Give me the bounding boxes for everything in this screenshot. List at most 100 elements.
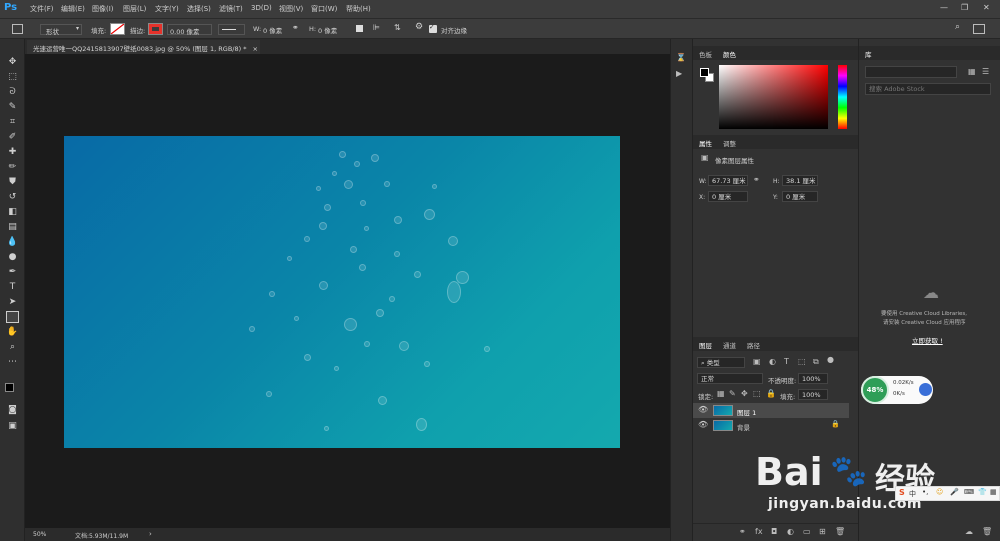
lock-all-icon[interactable]: 🔒 — [766, 389, 776, 398]
tab-libraries[interactable]: 库 — [865, 49, 872, 59]
close-window-button[interactable]: ✕ — [983, 3, 990, 12]
visibility-eye-icon[interactable]: 👁 — [698, 405, 708, 414]
layer-filter-select[interactable]: ⌕ 类型 — [697, 357, 745, 368]
link-icon[interactable]: ⚭ — [292, 23, 299, 32]
menu-help[interactable]: 帮助(H) — [346, 4, 371, 14]
actions-panel-icon[interactable]: ▶ — [676, 69, 682, 78]
quick-select-tool-icon[interactable]: ✎ — [6, 101, 19, 113]
grid-view-icon[interactable]: ▦ — [968, 67, 976, 76]
ime-language[interactable]: 中 — [909, 489, 916, 499]
emoji-icon[interactable]: ☺ — [936, 488, 943, 496]
skin-icon[interactable]: 👕 — [978, 488, 987, 496]
align-edges-checkbox[interactable]: ✓ — [429, 23, 437, 33]
marquee-tool-icon[interactable]: ⬚ — [6, 71, 19, 83]
keyboard-icon[interactable]: ⌨ — [964, 488, 974, 496]
toolbox-icon[interactable]: ▦ — [990, 488, 997, 496]
stroke-swatch[interactable] — [148, 23, 163, 35]
prop-height-field[interactable]: 38.1 厘米 — [782, 175, 818, 186]
blur-tool-icon[interactable]: 💧 — [6, 236, 19, 248]
close-tab-icon[interactable]: × — [253, 45, 258, 53]
network-speed-widget[interactable]: 48% 0.02K/s 0K/s — [861, 376, 933, 404]
pen-tool-icon[interactable]: ✒ — [6, 266, 19, 278]
restore-button[interactable]: ❐ — [961, 3, 968, 12]
foreground-color-swatch[interactable] — [5, 383, 14, 392]
eyedropper-tool-icon[interactable]: ✐ — [6, 131, 19, 143]
tab-properties[interactable]: 属性 — [699, 138, 712, 148]
opacity-field[interactable]: 100% — [798, 373, 828, 384]
menu-type[interactable]: 文字(Y) — [155, 4, 179, 14]
hand-tool-icon[interactable]: ✋ — [6, 326, 19, 338]
color-foreground-swatch[interactable] — [700, 68, 709, 77]
visibility-eye-icon[interactable]: 👁 — [698, 420, 708, 429]
document-tab[interactable]: 光速运营唯一QQ2415813907壁纸0083.jpg @ 50% (图层 1… — [27, 40, 260, 54]
width-value[interactable]: 0 像素 — [263, 25, 282, 35]
fill-opacity-field[interactable]: 100% — [798, 389, 828, 400]
menu-view[interactable]: 视图(V) — [279, 4, 303, 14]
eraser-tool-icon[interactable]: ◧ — [6, 206, 19, 218]
move-tool-icon[interactable]: ✥ — [6, 56, 19, 68]
filter-smart-object-icon[interactable]: ⧉ — [813, 357, 819, 367]
menu-file[interactable]: 文件(F) — [30, 4, 54, 14]
path-arrangement-icon[interactable]: ⇅ — [394, 23, 401, 32]
lock-transparent-icon[interactable]: ▦ — [717, 389, 725, 398]
rectangle-tool-preset-icon[interactable] — [12, 24, 23, 34]
library-select[interactable] — [865, 66, 957, 78]
fill-swatch[interactable] — [110, 23, 125, 35]
zoom-tool-icon[interactable]: ⌕ — [6, 341, 19, 353]
menu-edit[interactable]: 编辑(E) — [61, 4, 85, 14]
healing-brush-tool-icon[interactable]: ✚ — [6, 146, 19, 158]
layer-name[interactable]: 图层 1 — [737, 407, 756, 417]
status-menu-arrow-icon[interactable]: › — [149, 530, 152, 538]
menu-layer[interactable]: 图层(L) — [123, 4, 146, 14]
crop-tool-icon[interactable]: ⌗ — [6, 116, 19, 128]
tab-color[interactable]: 颜色 — [723, 49, 736, 59]
stroke-type-select[interactable] — [218, 24, 245, 35]
rectangle-tool-icon[interactable] — [6, 311, 19, 323]
path-operations-icon[interactable] — [356, 25, 363, 32]
tab-channels[interactable]: 通道 — [723, 340, 736, 350]
tab-paths[interactable]: 路径 — [747, 340, 760, 350]
blend-mode-select[interactable]: 正常 — [697, 373, 763, 384]
ime-toolbar[interactable]: S 中 •, ☺ 🎤 ⌨ 👕 ▦ — [895, 486, 1000, 501]
prop-y-field[interactable]: 0 厘米 — [782, 191, 818, 202]
menu-window[interactable]: 窗口(W) — [311, 4, 337, 14]
stroke-width-select[interactable]: 0.00 像素 — [167, 24, 212, 36]
workspace-icon[interactable] — [973, 24, 985, 34]
gear-icon[interactable]: ⚙ — [415, 22, 423, 32]
search-icon[interactable]: ⌕ — [955, 22, 960, 32]
path-alignment-icon[interactable]: ⊫ — [373, 23, 380, 32]
menu-select[interactable]: 选择(S) — [187, 4, 211, 14]
accelerator-icon[interactable] — [919, 383, 932, 396]
layer-name[interactable]: 背景 — [737, 422, 750, 432]
more-tools-icon[interactable]: ⋯ — [6, 356, 19, 368]
filter-shape-icon[interactable]: ⬚ — [798, 357, 806, 366]
color-field[interactable] — [719, 65, 828, 129]
get-app-link[interactable]: 立即获取 ! — [912, 335, 943, 345]
tab-adjustments[interactable]: 调整 — [723, 138, 736, 148]
lock-artboard-icon[interactable]: ⬚ — [753, 389, 761, 398]
minimize-button[interactable]: — — [940, 3, 948, 12]
prop-x-field[interactable]: 0 厘米 — [708, 191, 748, 202]
type-tool-icon[interactable]: T — [6, 281, 19, 293]
lock-position-icon[interactable]: ✥ — [741, 389, 748, 398]
lock-pixels-icon[interactable]: ✎ — [729, 389, 736, 398]
filter-pixel-icon[interactable]: ▣ — [753, 357, 761, 366]
tool-mode-select[interactable]: 形状 ▾ — [40, 24, 82, 36]
filter-toggle-icon[interactable]: ● — [827, 355, 834, 364]
hue-slider[interactable] — [838, 65, 847, 129]
lasso-tool-icon[interactable]: ᘐ — [6, 86, 19, 98]
filter-adjustment-icon[interactable]: ◐ — [769, 357, 776, 366]
link-dimensions-icon[interactable]: ⚭ — [753, 175, 760, 184]
dodge-tool-icon[interactable]: ● — [6, 251, 19, 263]
path-selection-tool-icon[interactable]: ➤ — [6, 296, 19, 308]
document-image[interactable] — [64, 136, 620, 448]
quick-mask-icon[interactable]: ◙ — [6, 404, 19, 416]
menu-filter[interactable]: 滤镜(T) — [219, 4, 243, 14]
tab-layers[interactable]: 图层 — [699, 340, 712, 350]
screen-mode-icon[interactable]: ▣ — [6, 420, 19, 432]
tab-swatches[interactable]: 色板 — [699, 49, 712, 59]
history-panel-icon[interactable]: ⌛ — [676, 53, 686, 62]
gradient-tool-icon[interactable]: ▤ — [6, 221, 19, 233]
clone-stamp-tool-icon[interactable]: ⛊ — [6, 176, 19, 188]
layer-row-layer1[interactable]: 👁 图层 1 — [693, 403, 849, 418]
